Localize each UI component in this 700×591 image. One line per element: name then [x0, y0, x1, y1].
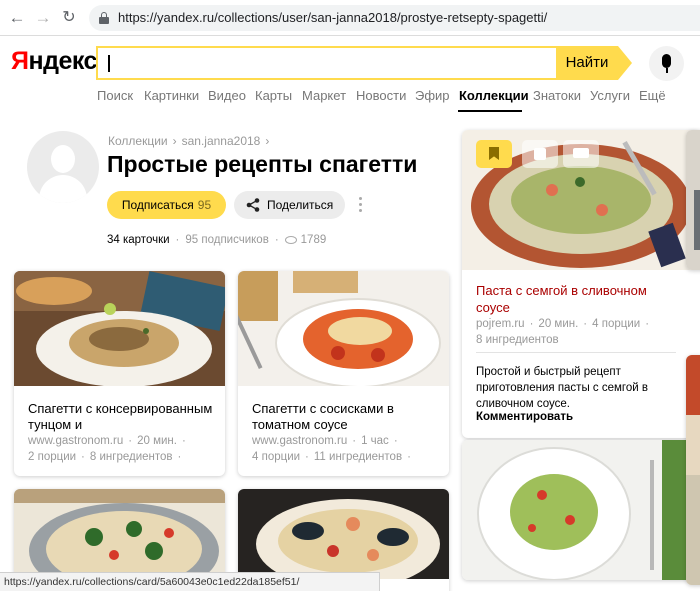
avatar[interactable]: [27, 131, 99, 203]
search-button-arrow: [618, 46, 632, 80]
comment-icon[interactable]: [563, 140, 599, 168]
nav-images[interactable]: Картинки: [144, 88, 199, 103]
lock-icon: [99, 12, 109, 24]
reload-icon[interactable]: ↻: [60, 9, 78, 27]
nav-news[interactable]: Новости: [356, 88, 406, 103]
views-count: 1789: [300, 234, 327, 246]
card-image-sausage-spaghetti: [238, 271, 449, 386]
card-title[interactable]: Спагетти с сосисками в томатном соусе: [252, 401, 442, 433]
address-url[interactable]: https://yandex.ru/collections/user/san-j…: [118, 10, 547, 25]
search-form: Найти: [96, 46, 633, 80]
share-icon: [246, 198, 260, 212]
recipe-card[interactable]: [462, 440, 700, 580]
breadcrumb: Коллекции › san.janna2018 ›: [108, 134, 270, 148]
share-button[interactable]: Поделиться: [234, 191, 345, 219]
search-button[interactable]: Найти: [556, 46, 618, 80]
nav-znatoki[interactable]: Знатоки: [533, 88, 581, 103]
eye-icon: [284, 235, 297, 244]
nav-more[interactable]: Ещё: [639, 88, 666, 103]
nav-maps[interactable]: Карты: [255, 88, 292, 103]
status-bar-url: https://yandex.ru/collections/card/5a600…: [0, 572, 380, 591]
nav-search[interactable]: Поиск: [97, 88, 133, 103]
featured-meta: pojrem.ru · 20 мин. · 4 порции · 8 ингредиент…: [476, 318, 650, 346]
page-title: Простые рецепты спагетти: [107, 151, 418, 177]
card-meta: www.gastronom.ru · 1 час · 4 порции · 11 ингр…: [252, 435, 411, 463]
microphone-icon[interactable]: [649, 46, 684, 81]
card-image-pesto-spaghetti: [462, 440, 700, 580]
arrow-right-icon[interactable]: →: [34, 9, 52, 27]
recipe-card[interactable]: Спагетти с сосисками в томатном соусе ww…: [238, 271, 449, 476]
breadcrumb-user[interactable]: san.janna2018: [182, 134, 261, 148]
nav-market[interactable]: Маркет: [302, 88, 346, 103]
address-bar[interactable]: https://yandex.ru/collections/user/san-j…: [89, 5, 700, 31]
active-tab-underline: [458, 110, 522, 112]
featured-source[interactable]: pojrem.ru: [476, 318, 525, 330]
card-title[interactable]: Спагетти с консервированным тунцом и: [28, 401, 218, 433]
more-options-icon[interactable]: [359, 197, 363, 215]
like-icon[interactable]: [522, 140, 558, 168]
browser-toolbar: ← → ↻ https://yandex.ru/collections/user…: [0, 0, 700, 36]
recipe-card-partial[interactable]: [686, 355, 700, 585]
nav-uslugi[interactable]: Услуги: [590, 88, 630, 103]
recipe-card-partial[interactable]: [686, 130, 700, 270]
subscribers-count: 95 подписчиков: [185, 234, 269, 246]
collection-stats: 34 карточки · 95 подписчиков · 1789: [107, 234, 327, 246]
card-image-tuna-spaghetti: [14, 271, 225, 386]
card-image-partial: [686, 355, 700, 585]
featured-title[interactable]: Паста с семгой в сливочном соусе: [476, 282, 681, 316]
search-input[interactable]: [96, 46, 558, 80]
featured-divider: [476, 352, 676, 353]
cards-count: 34 карточки: [107, 234, 170, 246]
recipe-card[interactable]: Спагетти с консервированным тунцом и www…: [14, 271, 225, 476]
yandex-logo[interactable]: Яндекс: [11, 47, 97, 76]
bookmark-icon[interactable]: [476, 140, 512, 168]
nav-video[interactable]: Видео: [208, 88, 246, 103]
nav-efir[interactable]: Эфир: [415, 88, 450, 103]
comment-button[interactable]: Комментировать: [476, 411, 573, 423]
card-image-broccoli-pasta: [14, 489, 225, 579]
breadcrumb-collections[interactable]: Коллекции: [108, 134, 168, 148]
card-source[interactable]: www.gastronom.ru: [252, 435, 347, 447]
card-source[interactable]: www.gastronom.ru: [28, 435, 123, 447]
card-image-seafood-pasta: [238, 489, 449, 579]
card-meta: www.gastronom.ru · 20 мин. · 2 порции · 8 инг…: [28, 435, 186, 463]
card-image-partial: [686, 130, 700, 270]
nav-collections[interactable]: Коллекции: [459, 88, 529, 103]
subscribe-button[interactable]: Подписаться 95: [107, 191, 226, 219]
arrow-left-icon[interactable]: ←: [8, 9, 26, 27]
featured-description: Простой и быстрый рецепт приготовления п…: [476, 366, 648, 410]
featured-recipe-card[interactable]: Паста с семгой в сливочном соусе pojrem.…: [462, 130, 700, 438]
